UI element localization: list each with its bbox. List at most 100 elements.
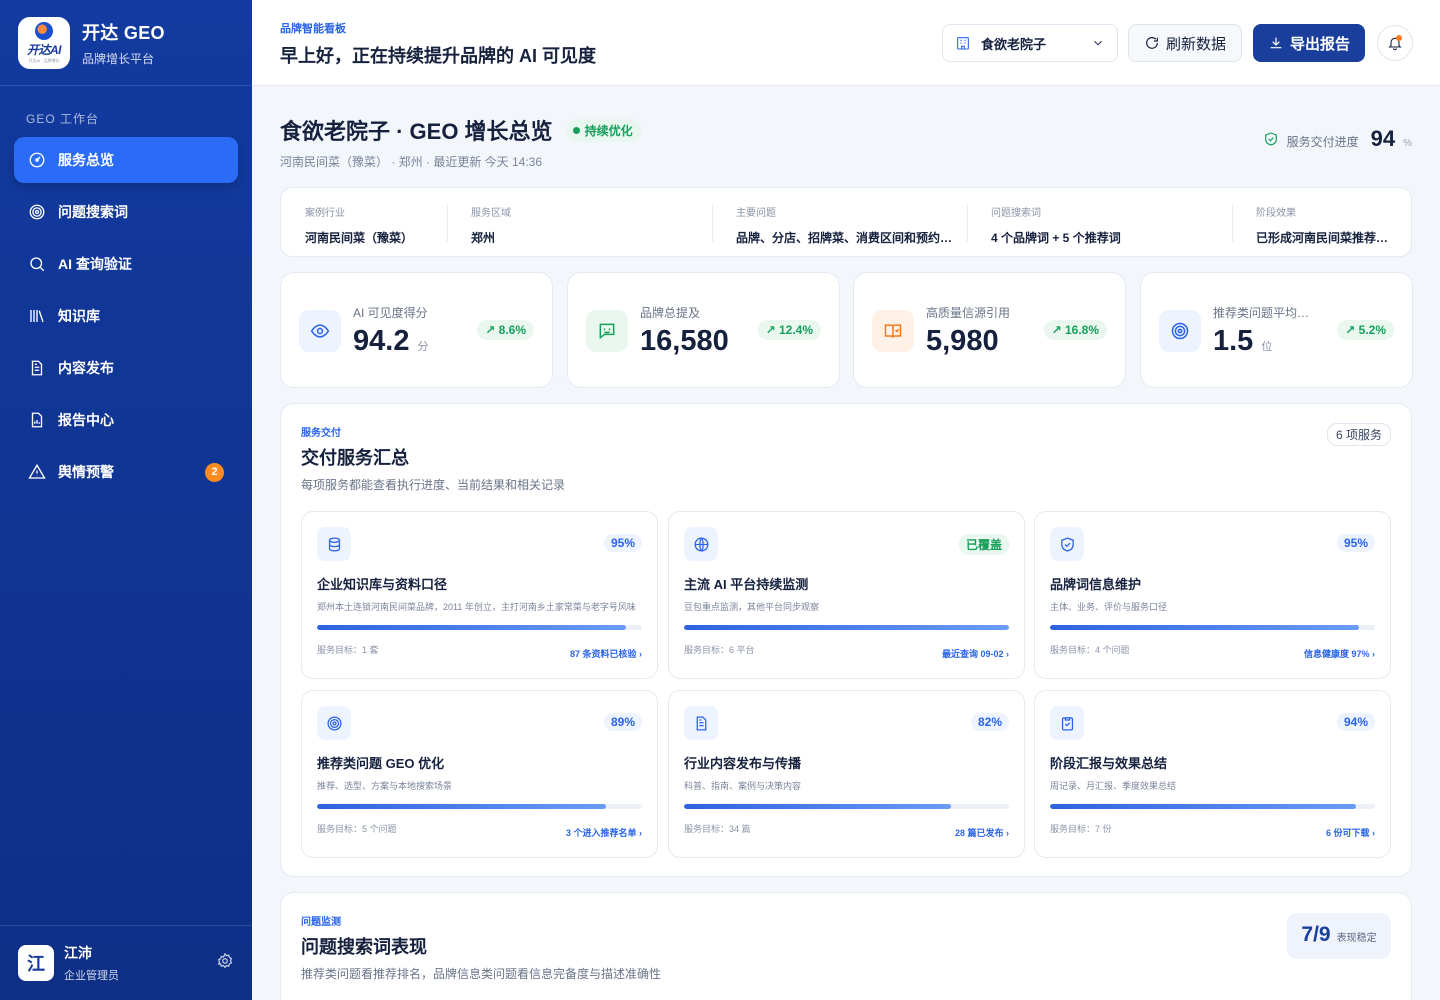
kpi-card-ranking[interactable]: 推荐类问题平均排名 1.5 位 ↗ 5.2% [1140,272,1413,388]
summary-heading: 食欲老院子 · GEO 增长总览 持续优化 [280,114,641,146]
service-description: 周记录、月汇报、季度效果总结 [1050,781,1177,791]
sidebar-item-queries[interactable]: 问题搜索词 [14,189,238,235]
globe-logo-icon [35,21,53,40]
sidebar-item-knowledge[interactable]: 知识库 [14,293,238,339]
avatar: 江 [18,945,54,981]
kpi-change: 12.4% [778,323,813,337]
service-card[interactable]: 95% 品牌词信息维护 主体、业务、评价与服务口径 服务目标：4 个问题 信息健康度 9… [1034,511,1391,679]
info-value: 4 个品牌词 + 5 个推荐词 [991,231,1121,245]
service-progress-fill [317,804,607,809]
kpi-value: 16,580 [640,325,729,357]
user-name: 江沛 [64,945,92,961]
service-card[interactable]: 94% 阶段汇报与效果总结 周记录、月汇报、季度效果总结 服务目标：7 份 6 份可下载… [1034,690,1391,858]
main-content: 食欲老院子 · GEO 增长总览 持续优化 河南民间菜（豫菜） · 郑州 · 最… [252,86,1440,1000]
info-value: 已形成河南民间菜推荐结果 [1256,231,1401,245]
service-detail-link[interactable]: 最近查询 09-02 › [942,647,1009,660]
brand[interactable]: 开达AI 开达AI · 品牌增长 开达 GEO 品牌增长平台 [0,0,252,86]
brand-subtitle: 品牌增长平台 [82,51,155,66]
store-select[interactable]: 食欲老院子 [942,24,1118,62]
sidebar-item-publish[interactable]: 内容发布 [14,345,238,391]
sidebar-item-label: 报告中心 [58,412,114,428]
building-icon [957,37,969,50]
kpi-row: AI 可见度得分 94.2 分 ↗ 8.6% 品牌总提及 16,580 ↗ 12.… [280,272,1413,388]
sidebar-item-ai-verify[interactable]: AI 查询验证 [14,241,238,287]
search-icon [28,255,46,273]
query-panel: 问题监测 问题搜索词表现 推荐类问题看推荐排名，品牌信息类问题看信息完备度与描述… [280,892,1412,1000]
info-value: 品牌、分店、招牌菜、消费区间和预约信息 [736,231,965,245]
service-progress-badge: 95% [1336,534,1375,552]
sidebar-item-label: 服务总览 [58,152,114,168]
service-description: 郑州本土连锁河南民间菜品牌，2011 年创立，主打河南乡土家常菜与老字号风味 [317,602,636,612]
gear-icon[interactable] [216,952,234,975]
sidebar-item-reports[interactable]: 报告中心 [14,397,238,443]
kpi-unit: 位 [1261,341,1273,353]
kpi-card-mentions[interactable]: 品牌总提及 16,580 ↗ 12.4% [567,272,840,388]
download-icon [1270,37,1282,49]
service-detail-link[interactable]: 87 条资料已核验 › [570,647,642,660]
info-cell-region: 服务区域 郑州 [447,188,712,256]
clipboard-icon [1050,706,1084,740]
service-detail-link[interactable]: 信息健康度 97% › [1304,647,1375,660]
kpi-change-badge: ↗ 12.4% [757,320,821,340]
user-role: 企业管理员 [64,970,119,982]
kpi-change-badge: ↗ 5.2% [1337,320,1394,340]
delivery-value: 94 [1370,126,1396,151]
globe-icon [684,527,718,561]
kpi-card-citations[interactable]: 高质量信源引用 5,980 ↗ 16.8% [853,272,1126,388]
info-cell-industry: 案例行业 河南民间菜（豫菜） [281,188,447,256]
delivery-progress: 服务交付进度 94 % [1263,126,1412,152]
service-progress-badge: 82% [970,713,1009,731]
header-kicker: 品牌智能看板 [280,23,346,35]
service-count-chip: 6 项服务 [1326,423,1391,446]
top-header: 品牌智能看板 早上好，正在持续提升品牌的 AI 可见度 食欲老院子 刷新数据 导… [252,0,1440,86]
info-cell-effect: 阶段效果 已形成河南民间菜推荐结果 [1232,188,1411,256]
panel-description: 推荐类问题看推荐排名，品牌信息类问题看信息完备度与描述准确性 [301,967,662,981]
refresh-button-label: 刷新数据 [1165,35,1226,53]
refresh-button[interactable]: 刷新数据 [1128,24,1242,62]
service-card[interactable]: 82% 行业内容发布与传播 科普、指南、案例与决策内容 服务目标：34 篇 28 篇已发… [668,690,1025,858]
service-card[interactable]: 89% 推荐类问题 GEO 优化 推荐、选型、方案与本地搜索场景 服务目标：5 个问题… [301,690,658,858]
notifications-button[interactable] [1377,25,1413,61]
service-description: 推荐、选型、方案与本地搜索场景 [317,781,453,791]
service-target: 服务目标：4 个问题 [1050,645,1130,655]
kpi-label: 高质量信源引用 [926,306,1011,320]
service-target: 服务目标：6 平台 [684,645,755,655]
user-profile[interactable]: 江 江沛 企业管理员 [0,925,252,1000]
kpi-value-wrap: 16,580 [640,325,729,358]
service-progress-badge: 已覆盖 [958,534,1009,555]
service-card[interactable]: 95% 企业知识库与资料口径郑州本土连锁河南民间菜品牌，2011 年创立，主打河南… [301,511,658,679]
service-progress-bar [1050,804,1375,809]
info-label: 阶段效果 [1256,208,1296,219]
query-score-label: 表现稳定 [1336,933,1377,944]
service-title: 品牌词信息维护 [1050,577,1142,592]
service-progress-badge: 89% [603,713,642,731]
panel-title: 问题搜索词表现 [301,937,427,957]
query-score-box: 7/9 表现稳定 [1287,913,1391,959]
kpi-change: 8.6% [498,323,526,337]
document-icon [684,706,718,740]
sidebar-item-label: 内容发布 [58,360,114,376]
service-detail-link[interactable]: 28 篇已发布 › [955,826,1009,839]
service-card[interactable]: 已覆盖 主流 AI 平台持续监测 豆包重点监测，其他平台同步观察 服务目标：6 平台 最… [668,511,1025,679]
sidebar-item-overview[interactable]: 服务总览 [14,137,238,183]
target-icon [1159,310,1201,352]
export-report-button[interactable]: 导出报告 [1253,24,1365,62]
status-badge: 持续优化 [566,118,641,142]
info-label: 问题搜索词 [991,208,1041,219]
service-progress-badge: 95% [603,534,642,552]
query-score-value: 7/9 [1301,923,1331,946]
summary-meta: 河南民间菜（豫菜） · 郑州 · 最近更新 今天 14:36 [280,155,543,169]
refresh-icon [1146,37,1158,49]
service-title: 企业知识库与资料口径 [317,577,448,592]
kpi-card-visibility[interactable]: AI 可见度得分 94.2 分 ↗ 8.6% [280,272,553,388]
service-target: 服务目标：5 个问题 [317,824,397,834]
service-detail-link[interactable]: 3 个进入推荐名单 › [566,826,642,839]
service-detail-link[interactable]: 6 份可下载 › [1326,826,1375,839]
sidebar-item-alerts[interactable]: 舆情预警 2 [14,449,238,495]
kpi-value-wrap: 1.5 位 [1213,325,1272,358]
service-progress-bar [317,625,642,630]
service-target: 服务目标：1 套 [317,645,379,655]
service-progress-fill [684,804,951,809]
service-progress-bar [684,804,1009,809]
service-progress-bar [1050,625,1375,630]
